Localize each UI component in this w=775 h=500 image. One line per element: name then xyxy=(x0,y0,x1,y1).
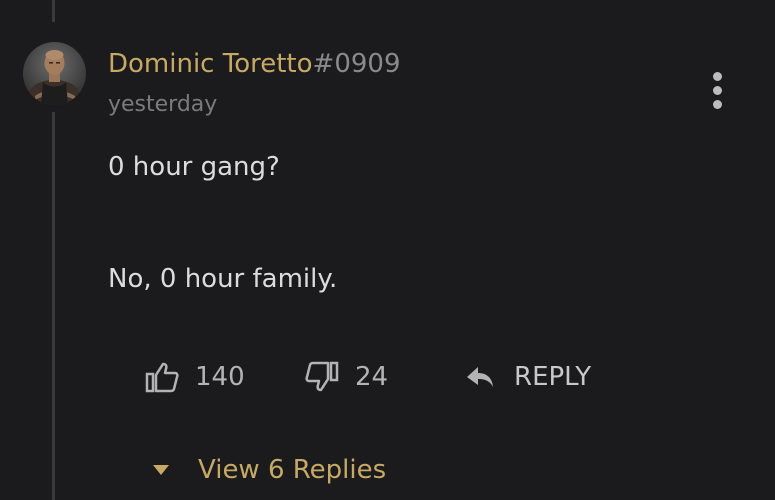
avatar[interactable] xyxy=(23,42,86,105)
dislike-count: 24 xyxy=(355,362,389,392)
author-display-name[interactable]: Dominic Toretto xyxy=(108,49,313,79)
thread-line xyxy=(52,112,55,500)
like-count: 140 xyxy=(195,362,245,392)
thumbs-up-icon xyxy=(145,362,179,393)
menu-dot xyxy=(713,72,722,81)
menu-dot xyxy=(713,86,722,95)
author-name[interactable]: Dominic Toretto#0909 xyxy=(108,47,400,81)
comment-card: Dominic Toretto#0909 yesterday 0 hour ga… xyxy=(0,0,775,500)
more-vertical-icon[interactable] xyxy=(708,72,728,112)
view-replies-toggle[interactable]: View 6 Replies xyxy=(152,452,386,488)
thumbs-down-icon xyxy=(305,361,339,392)
reply-arrow-icon xyxy=(467,367,493,387)
reply-button[interactable]: REPLY xyxy=(466,358,591,396)
dislike-button[interactable]: 24 xyxy=(305,358,388,396)
timestamp: yesterday xyxy=(108,92,218,117)
comment-text-line: 0 hour gang? xyxy=(108,152,280,182)
menu-dot xyxy=(713,100,722,109)
caret-down-icon xyxy=(153,465,169,475)
like-button[interactable]: 140 xyxy=(145,358,245,396)
thread-line xyxy=(52,0,55,22)
author-tag: #0909 xyxy=(312,49,401,79)
view-replies-label: View 6 Replies xyxy=(198,455,387,485)
reply-label: REPLY xyxy=(514,362,592,392)
comment-text-line: No, 0 hour family. xyxy=(108,264,338,294)
